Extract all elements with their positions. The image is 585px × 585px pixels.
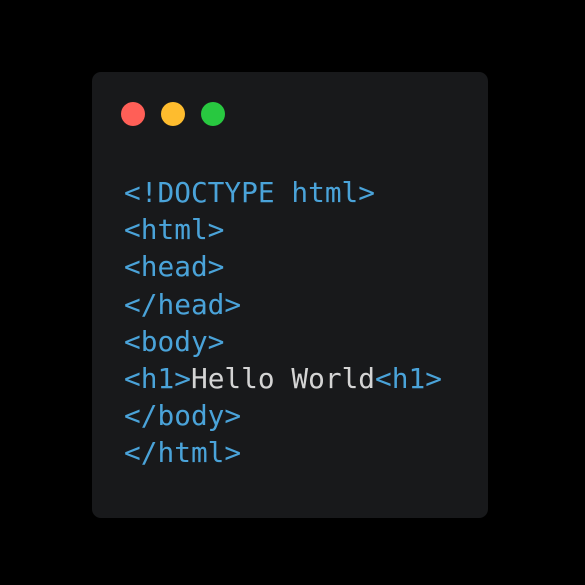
code-token: </html> [124, 436, 242, 470]
code-token: <h1> [375, 361, 442, 395]
code-token: <!DOCTYPE html> [124, 176, 376, 209]
code-token: Hello World [190, 361, 376, 395]
code-line: </head> [124, 286, 442, 323]
code-token: <head> [124, 250, 225, 284]
code-line: </body> [124, 397, 442, 434]
maximize-button[interactable] [201, 102, 225, 126]
code-line: <body> [124, 323, 442, 360]
code-line: <head> [124, 248, 442, 285]
code-line: <html> [124, 211, 442, 248]
code-token: </body> [124, 399, 242, 433]
code-line: <h1>Hello World<h1> [124, 360, 442, 397]
code-token: </head> [124, 287, 242, 321]
code-window: <!DOCTYPE html> <html> <head> </head> <body>… [92, 72, 488, 518]
code-line: <!DOCTYPE html> [124, 174, 442, 211]
code-token: <html> [124, 213, 225, 247]
code-token: <h1> [124, 361, 191, 395]
minimize-button[interactable] [161, 102, 185, 126]
close-button[interactable] [121, 102, 145, 126]
code-block: <!DOCTYPE html> <html> <head> </head> <body>… [124, 174, 442, 472]
code-token: <body> [124, 324, 225, 358]
code-line: </html> [124, 434, 442, 471]
